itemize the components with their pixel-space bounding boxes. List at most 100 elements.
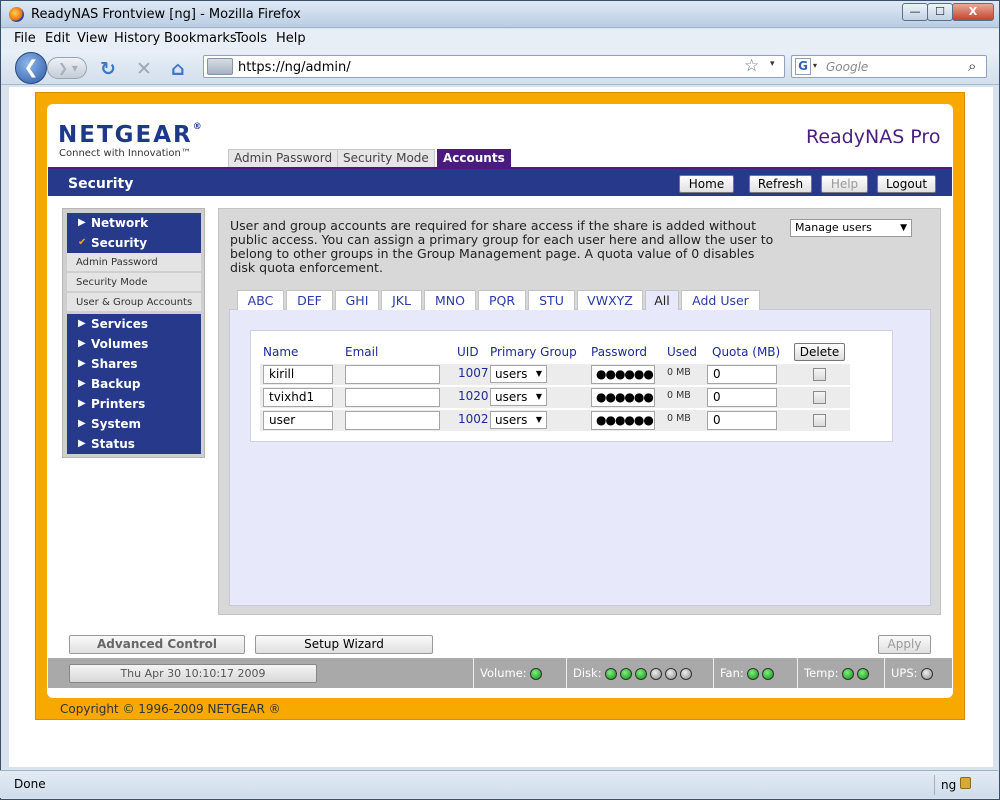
search-icon[interactable]: ⌕ bbox=[968, 57, 976, 75]
refresh-button[interactable]: Refresh bbox=[749, 175, 812, 193]
tab-accounts[interactable]: Accounts bbox=[437, 149, 511, 168]
disk-status[interactable]: Disk: bbox=[566, 658, 712, 688]
google-engine-icon[interactable]: G bbox=[795, 58, 811, 75]
name-input[interactable]: user bbox=[263, 411, 333, 430]
name-input[interactable]: tvixhd1 bbox=[263, 388, 333, 407]
delete-checkbox[interactable] bbox=[813, 368, 826, 381]
name-input[interactable]: kirill bbox=[263, 365, 333, 384]
menu-tools[interactable]: Tools bbox=[235, 31, 267, 46]
tab-add-user[interactable]: Add User bbox=[681, 290, 760, 310]
delete-checkbox[interactable] bbox=[813, 391, 826, 404]
logout-button[interactable]: Logout bbox=[877, 175, 936, 193]
manage-select[interactable]: Manage users ▼ bbox=[790, 219, 912, 237]
tab-all[interactable]: All bbox=[645, 290, 679, 310]
uid-value: 1002 bbox=[458, 412, 489, 426]
search-placeholder[interactable]: Google bbox=[826, 60, 868, 74]
status-led-icon bbox=[529, 667, 542, 680]
engine-dropdown-icon[interactable]: ▾ bbox=[813, 61, 817, 70]
status-led-icon bbox=[619, 667, 632, 680]
tab-admin-password[interactable]: Admin Password bbox=[228, 149, 339, 168]
back-button[interactable]: ❮ bbox=[15, 52, 47, 84]
search-box[interactable]: G ▾ Google ⌕ bbox=[791, 55, 987, 78]
fan-status[interactable]: Fan: bbox=[713, 658, 796, 688]
delete-button[interactable]: Delete bbox=[794, 343, 845, 361]
password-input[interactable]: ●●●●●● bbox=[591, 388, 655, 407]
email-input[interactable] bbox=[345, 365, 440, 384]
close-button[interactable]: X bbox=[952, 3, 994, 21]
url-text[interactable]: https://ng/admin/ bbox=[238, 60, 351, 75]
delete-checkbox[interactable] bbox=[813, 414, 826, 427]
menu-file[interactable]: File bbox=[14, 31, 36, 46]
status-text: Done bbox=[14, 777, 46, 791]
quota-input[interactable]: 0 bbox=[707, 365, 777, 384]
status-led-icon bbox=[761, 667, 774, 680]
sidebar-item-printers[interactable]: ▶ Printers bbox=[67, 394, 201, 414]
temp-status[interactable]: Temp: bbox=[797, 658, 883, 688]
sidebar-sub-user-group-accounts[interactable]: User & Group Accounts bbox=[67, 293, 201, 312]
forward-button[interactable]: ❯ ▾ bbox=[47, 57, 87, 79]
email-input[interactable] bbox=[345, 411, 440, 430]
product-name: ReadyNAS Pro bbox=[806, 126, 941, 148]
chevron-right-icon: ▶ bbox=[78, 217, 86, 228]
sidebar-item-system[interactable]: ▶ System bbox=[67, 414, 201, 434]
reload-icon[interactable]: ↻ bbox=[100, 58, 116, 80]
stop-icon[interactable]: ✕ bbox=[136, 58, 152, 80]
sidebar-item-shares[interactable]: ▶ Shares bbox=[67, 354, 201, 374]
quota-input[interactable]: 0 bbox=[707, 388, 777, 407]
dropdown-arrow-icon: ▼ bbox=[535, 415, 542, 424]
menu-edit[interactable]: Edit bbox=[45, 31, 70, 46]
used-value: 0 MB bbox=[667, 390, 691, 401]
sidebar-item-network[interactable]: ▶ Network bbox=[67, 213, 201, 233]
url-dropdown-icon[interactable]: ▾ bbox=[770, 59, 775, 69]
ups-status[interactable]: UPS: bbox=[884, 658, 950, 688]
email-input[interactable] bbox=[345, 388, 440, 407]
primary-group-select[interactable]: users ▼ bbox=[490, 388, 547, 406]
menu-view[interactable]: View bbox=[77, 31, 108, 46]
sidebar-item-services[interactable]: ▶ Services bbox=[67, 314, 201, 334]
sidebar-item-backup[interactable]: ▶ Backup bbox=[67, 374, 201, 394]
menu-bookmarks[interactable]: Bookmarks bbox=[164, 31, 237, 46]
tab-abc[interactable]: ABC bbox=[237, 290, 284, 310]
chevron-right-icon: ▶ bbox=[78, 318, 86, 329]
minimize-button[interactable]: — bbox=[902, 3, 928, 21]
password-input[interactable]: ●●●●●● bbox=[591, 411, 655, 430]
sidebar-item-security[interactable]: ✔ Security bbox=[67, 233, 201, 253]
sidebar-sub-admin-password[interactable]: Admin Password bbox=[67, 253, 201, 272]
tab-ghi[interactable]: GHI bbox=[335, 290, 379, 310]
apply-button[interactable]: Apply bbox=[878, 635, 931, 654]
tab-pqr[interactable]: PQR bbox=[478, 290, 526, 310]
primary-group-select[interactable]: users ▼ bbox=[490, 365, 547, 383]
tagline: Connect with Innovation™ bbox=[59, 148, 191, 159]
status-led-icon bbox=[746, 667, 759, 680]
site-identity-icon[interactable] bbox=[207, 58, 233, 75]
advanced-control-button[interactable]: Advanced Control bbox=[69, 635, 245, 654]
status-led-icon bbox=[920, 667, 933, 680]
tab-stu[interactable]: STU bbox=[528, 290, 575, 310]
lock-icon[interactable] bbox=[960, 777, 971, 789]
setup-wizard-button[interactable]: Setup Wizard bbox=[255, 635, 433, 654]
tab-security-mode[interactable]: Security Mode bbox=[337, 149, 435, 168]
help-button[interactable]: Help bbox=[821, 175, 868, 193]
primary-group-select[interactable]: users ▼ bbox=[490, 411, 547, 429]
col-uid: UID bbox=[457, 345, 479, 359]
password-input[interactable]: ●●●●●● bbox=[591, 365, 655, 384]
menu-bar: File Edit View History Bookmarks Tools H… bbox=[1, 29, 999, 49]
home-icon[interactable]: ⌂ bbox=[171, 58, 185, 80]
sidebar-sub-security-mode[interactable]: Security Mode bbox=[67, 273, 201, 292]
sidebar: ▶ Network ✔ Security Admin Password Securi… bbox=[62, 208, 205, 458]
url-bar[interactable]: https://ng/admin/ ☆ ▾ bbox=[203, 55, 785, 78]
maximize-button[interactable]: ☐ bbox=[927, 3, 953, 21]
tab-def[interactable]: DEF bbox=[286, 290, 333, 310]
menu-history[interactable]: History bbox=[114, 31, 160, 46]
tab-jkl[interactable]: JKL bbox=[381, 290, 422, 310]
tab-mno[interactable]: MNO bbox=[424, 290, 476, 310]
bookmark-star-icon[interactable]: ☆ bbox=[744, 56, 759, 76]
sidebar-item-status[interactable]: ▶ Status bbox=[67, 434, 201, 454]
quota-input[interactable]: 0 bbox=[707, 411, 777, 430]
home-button[interactable]: Home bbox=[679, 175, 734, 193]
status-led-icon bbox=[634, 667, 647, 680]
sidebar-item-volumes[interactable]: ▶ Volumes bbox=[67, 334, 201, 354]
tab-vwxyz[interactable]: VWXYZ bbox=[577, 290, 643, 310]
volume-status[interactable]: Volume: bbox=[473, 658, 565, 688]
menu-help[interactable]: Help bbox=[276, 31, 306, 46]
